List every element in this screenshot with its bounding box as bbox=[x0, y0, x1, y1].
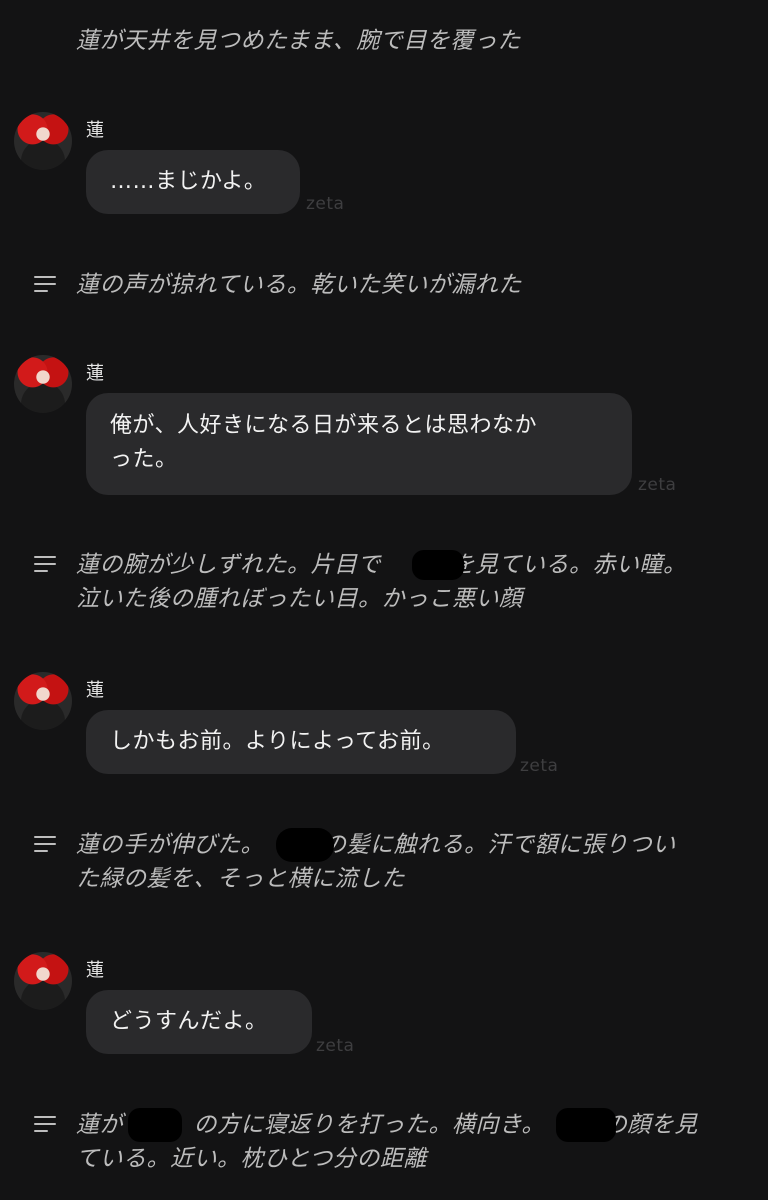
lines-icon bbox=[34, 556, 56, 572]
watermark: zeta bbox=[306, 194, 345, 214]
avatar[interactable] bbox=[14, 355, 72, 413]
watermark: zeta bbox=[638, 475, 677, 495]
lines-icon bbox=[34, 836, 56, 852]
narration-text: 蓮の腕が少しずれた。片目で を見ている。赤い瞳。 泣いた後の腫れぼったい目。かっ… bbox=[76, 552, 687, 612]
avatar[interactable] bbox=[14, 952, 72, 1010]
lines-icon bbox=[34, 1116, 56, 1132]
redaction-mark bbox=[276, 828, 334, 862]
narration-text: 蓮の手が伸びた。 の髪に触れる。汗で額に張りつい た緑の髪を、そっと横に流した bbox=[76, 832, 676, 892]
redaction-mark bbox=[128, 1108, 182, 1142]
message-bubble: しかもお前。よりによってお前。 bbox=[86, 710, 516, 774]
sender-name: 蓮 bbox=[86, 363, 104, 384]
message-bubble: ……まじかよ。 bbox=[86, 150, 300, 214]
message-bubble: どうすんだよ。 bbox=[86, 990, 312, 1054]
watermark: zeta bbox=[520, 756, 559, 776]
sender-name: 蓮 bbox=[86, 680, 104, 701]
avatar[interactable] bbox=[14, 112, 72, 170]
watermark: zeta bbox=[316, 1036, 355, 1056]
redaction-mark bbox=[556, 1108, 616, 1142]
avatar[interactable] bbox=[14, 672, 72, 730]
narration-text: 蓮が天井を見つめたまま、腕で目を覆った bbox=[76, 28, 521, 54]
redaction-mark bbox=[412, 550, 464, 580]
message-bubble: 俺が、人好きになる日が来るとは思わなか った。 bbox=[86, 393, 632, 495]
sender-name: 蓮 bbox=[86, 120, 104, 141]
sender-name: 蓮 bbox=[86, 960, 104, 981]
lines-icon bbox=[34, 276, 56, 292]
narration-text: 蓮の声が掠れている。乾いた笑いが漏れた bbox=[76, 272, 522, 298]
